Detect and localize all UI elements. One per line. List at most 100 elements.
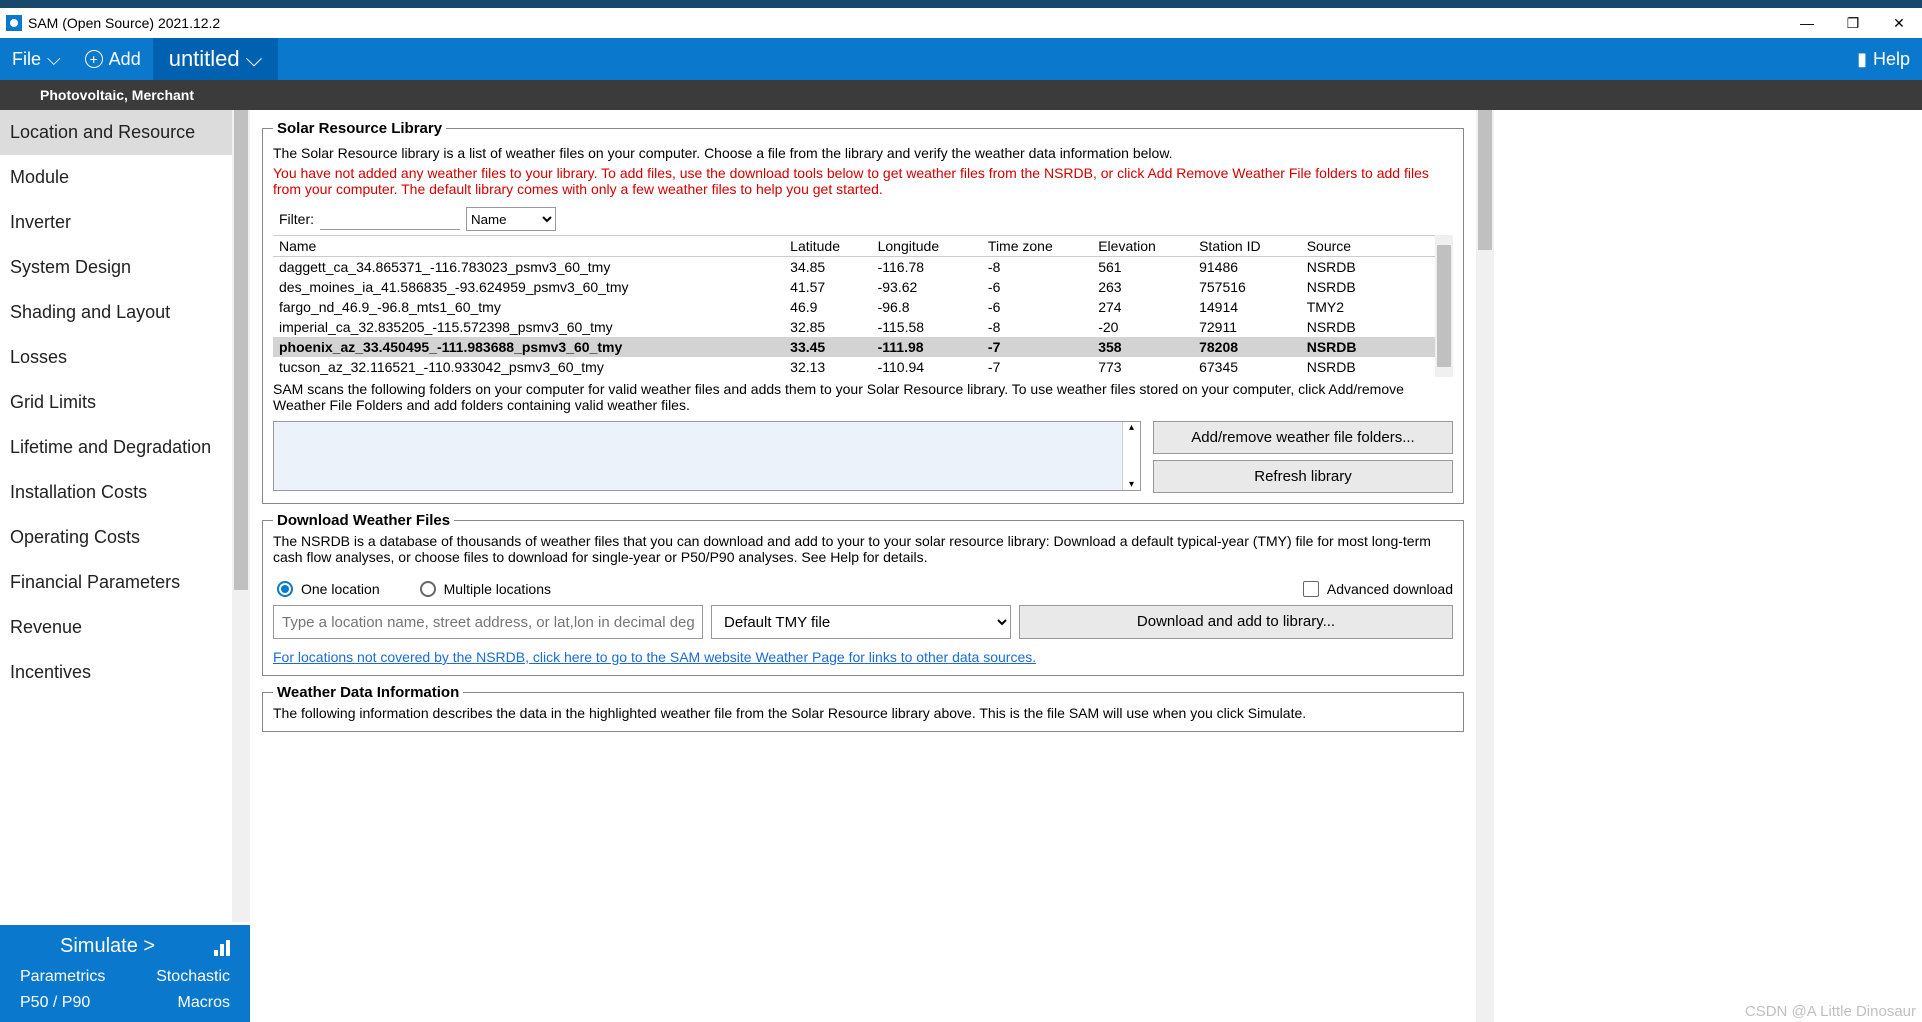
table-cell: tucson_az_32.116521_-110.933042_psmv3_60… <box>273 357 784 377</box>
weather-folders-list[interactable]: ▴▾ <box>273 421 1141 491</box>
multiple-locations-radio[interactable]: Multiple locations <box>420 581 551 597</box>
table-row[interactable]: phoenix_az_33.450495_-111.983688_psmv3_6… <box>273 337 1435 357</box>
tab-untitled[interactable]: untitled ⌵ <box>153 38 279 80</box>
table-cell: -6 <box>982 297 1092 317</box>
table-cell: 72911 <box>1193 317 1301 337</box>
arrow-down-icon: ▾ <box>1129 479 1134 490</box>
advanced-download-checkbox[interactable]: Advanced download <box>1303 581 1453 597</box>
col-name[interactable]: Name <box>273 236 784 257</box>
sidebar-item-losses[interactable]: Losses <box>0 335 250 380</box>
table-cell: -115.58 <box>872 317 982 337</box>
sidebar-item-revenue[interactable]: Revenue <box>0 605 250 650</box>
maximize-button[interactable]: ❐ <box>1830 8 1876 38</box>
tab-label: untitled <box>169 46 240 72</box>
add-remove-folders-button[interactable]: Add/remove weather file folders... <box>1153 421 1453 454</box>
simulate-label: Simulate > <box>60 935 155 958</box>
folders-spinbuttons[interactable]: ▴▾ <box>1122 422 1140 490</box>
dwl-description: The NSRDB is a database of thousands of … <box>273 533 1453 565</box>
stochastic-button[interactable]: Stochastic <box>156 968 230 986</box>
table-cell: 32.85 <box>784 317 871 337</box>
sidebar-item-module[interactable]: Module <box>0 155 250 200</box>
table-cell: 14914 <box>1193 297 1301 317</box>
download-button[interactable]: Download and add to library... <box>1019 605 1453 639</box>
app-title: SAM (Open Source) 2021.12.2 <box>28 15 220 31</box>
srl-scan-note: SAM scans the following folders on your … <box>273 381 1453 413</box>
table-cell: 32.13 <box>784 357 871 377</box>
sidebar-item-location-resource[interactable]: Location and Resource <box>0 110 250 155</box>
table-row[interactable]: daggett_ca_34.865371_-116.783023_psmv3_6… <box>273 257 1435 278</box>
table-cell: 34.85 <box>784 257 871 278</box>
filter-label: Filter: <box>279 211 314 227</box>
tmy-file-select[interactable]: Default TMY file <box>711 605 1011 639</box>
table-cell: phoenix_az_33.450495_-111.983688_psmv3_6… <box>273 337 784 357</box>
sidebar-item-financial-parameters[interactable]: Financial Parameters <box>0 560 250 605</box>
sidebar-item-lifetime-degradation[interactable]: Lifetime and Degradation <box>0 425 250 470</box>
minimize-button[interactable]: — <box>1784 8 1830 38</box>
sidebar-item-system-design[interactable]: System Design <box>0 245 250 290</box>
table-row[interactable]: tucson_az_32.116521_-110.933042_psmv3_60… <box>273 357 1435 377</box>
table-cell: 274 <box>1092 297 1193 317</box>
table-cell: 41.57 <box>784 277 871 297</box>
weather-data-info-section: Weather Data Information The following i… <box>262 684 1464 732</box>
add-button[interactable]: + Add <box>73 38 153 80</box>
sidebar-item-shading-layout[interactable]: Shading and Layout <box>0 290 250 335</box>
col-longitude[interactable]: Longitude <box>872 236 982 257</box>
chevron-down-icon: ⌵ <box>47 49 61 70</box>
table-header-row: Name Latitude Longitude Time zone Elevat… <box>273 236 1435 257</box>
sidebar-item-installation-costs[interactable]: Installation Costs <box>0 470 250 515</box>
srl-warning: You have not added any weather files to … <box>273 165 1453 197</box>
col-stationid[interactable]: Station ID <box>1193 236 1301 257</box>
table-cell: -7 <box>982 337 1092 357</box>
table-cell: TMY2 <box>1301 297 1436 317</box>
content: Solar Resource Library The Solar Resourc… <box>250 110 1476 1022</box>
one-location-radio[interactable]: One location <box>277 581 380 597</box>
table-cell: 757516 <box>1193 277 1301 297</box>
simulate-button[interactable]: Simulate > <box>10 931 240 968</box>
library-table: Name Latitude Longitude Time zone Elevat… <box>273 235 1435 377</box>
parametrics-button[interactable]: Parametrics <box>20 968 105 986</box>
location-input[interactable] <box>273 605 703 639</box>
content-scrollbar[interactable] <box>1476 110 1494 1022</box>
table-row[interactable]: des_moines_ia_41.586835_-93.624959_psmv3… <box>273 277 1435 297</box>
close-button[interactable]: ✕ <box>1876 8 1922 38</box>
help-button[interactable]: ▮ Help <box>1845 38 1922 80</box>
sidebar: Location and Resource Module Inverter Sy… <box>0 110 250 1022</box>
table-cell: 67345 <box>1193 357 1301 377</box>
content-wrapper: Solar Resource Library The Solar Resourc… <box>250 110 1922 1022</box>
table-cell: 78208 <box>1193 337 1301 357</box>
p50p90-button[interactable]: P50 / P90 <box>20 994 90 1012</box>
menubar: File ⌵ + Add untitled ⌵ ▮ Help <box>0 38 1922 80</box>
table-row[interactable]: fargo_nd_46.9_-96.8_mts1_60_tmy46.9-96.8… <box>273 297 1435 317</box>
table-cell: 773 <box>1092 357 1193 377</box>
nsrdb-coverage-link[interactable]: For locations not covered by the NSRDB, … <box>273 649 1036 665</box>
sidebar-item-incentives[interactable]: Incentives <box>0 650 250 695</box>
app-icon <box>6 15 22 31</box>
refresh-library-button[interactable]: Refresh library <box>1153 460 1453 493</box>
table-cell: -96.8 <box>872 297 982 317</box>
table-cell: des_moines_ia_41.586835_-93.624959_psmv3… <box>273 277 784 297</box>
filter-input[interactable] <box>320 208 460 230</box>
library-table-wrap: Name Latitude Longitude Time zone Elevat… <box>273 235 1453 377</box>
sidebar-scrollbar[interactable] <box>232 110 250 922</box>
table-cell: 46.9 <box>784 297 871 317</box>
table-row[interactable]: imperial_ca_32.835205_-115.572398_psmv3_… <box>273 317 1435 337</box>
wdi-legend: Weather Data Information <box>273 684 463 701</box>
help-icon: ▮ <box>1857 49 1867 70</box>
col-elevation[interactable]: Elevation <box>1092 236 1193 257</box>
filter-field-select[interactable]: Name <box>466 207 556 231</box>
table-cell: NSRDB <box>1301 317 1436 337</box>
col-latitude[interactable]: Latitude <box>784 236 871 257</box>
top-pad <box>0 0 1922 8</box>
sidebar-item-grid-limits[interactable]: Grid Limits <box>0 380 250 425</box>
sidebar-item-inverter[interactable]: Inverter <box>0 200 250 245</box>
col-source[interactable]: Source <box>1301 236 1436 257</box>
macros-button[interactable]: Macros <box>178 994 230 1012</box>
table-cell: -116.78 <box>872 257 982 278</box>
file-menu[interactable]: File ⌵ <box>0 38 73 80</box>
table-scrollbar[interactable] <box>1435 235 1453 377</box>
table-cell: -6 <box>982 277 1092 297</box>
dwl-legend: Download Weather Files <box>273 512 454 529</box>
sidebar-item-operating-costs[interactable]: Operating Costs <box>0 515 250 560</box>
table-cell: 91486 <box>1193 257 1301 278</box>
col-timezone[interactable]: Time zone <box>982 236 1092 257</box>
